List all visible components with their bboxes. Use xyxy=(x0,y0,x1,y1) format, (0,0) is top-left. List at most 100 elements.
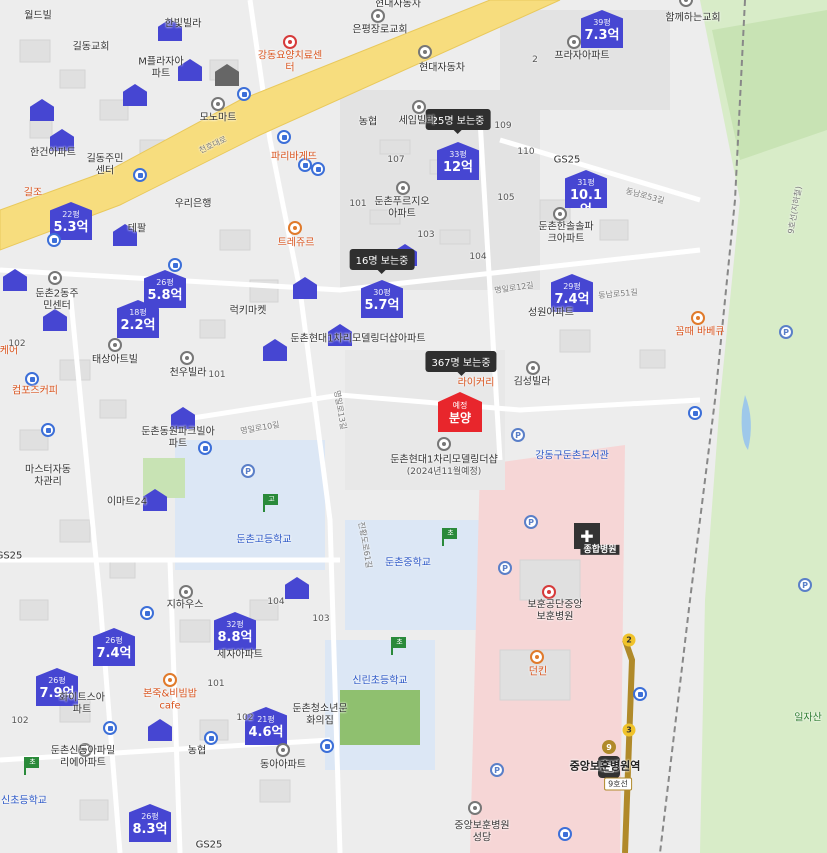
price-marker[interactable]: 30평 5.7억 xyxy=(361,280,403,318)
poi-pin-icon[interactable] xyxy=(276,743,290,757)
price-marker[interactable]: 18평 2.2억 xyxy=(117,300,159,338)
bus-stop-icon[interactable] xyxy=(204,731,218,745)
poi-pin-icon[interactable] xyxy=(437,437,451,451)
building-number: 110 xyxy=(517,146,535,157)
map-label: 한건아파트 xyxy=(30,147,76,159)
poi-pin-icon[interactable] xyxy=(418,45,432,59)
map-label: 던킨 xyxy=(528,666,548,678)
map-label: 농협 xyxy=(187,745,207,757)
hospital-badge: 종합병원 xyxy=(580,544,620,556)
parking-icon[interactable]: P xyxy=(241,464,255,478)
parking-icon[interactable]: P xyxy=(490,763,504,777)
poi-pin-icon[interactable] xyxy=(108,338,122,352)
map-label: 모노마트 xyxy=(199,112,237,124)
restaurant-icon[interactable] xyxy=(163,673,177,687)
project-name-label: 둔촌현대1차리모델링더샵 xyxy=(390,454,498,466)
price-marker[interactable]: 32평 8.8억 xyxy=(214,612,256,650)
poi-pin-icon[interactable] xyxy=(396,181,410,195)
viewer-count-bubble: 367명 보는중 xyxy=(425,351,497,376)
bus-stop-icon[interactable] xyxy=(237,87,251,101)
poi-pin-icon[interactable] xyxy=(553,207,567,221)
map-label: 중앙보훈병원성당 xyxy=(454,820,510,844)
building-number: 107 xyxy=(387,154,405,165)
exit-badge: 3 xyxy=(622,723,636,737)
price-marker[interactable]: 26평 8.3억 xyxy=(129,804,171,842)
building-number: 104 xyxy=(267,596,285,607)
poi-pin-icon[interactable] xyxy=(283,35,297,49)
project-schedule-label: (2024년11월예정) xyxy=(406,466,482,477)
map-label: 트레쥬르 xyxy=(277,237,315,249)
map-label: 둔촌동원파크빌아파트 xyxy=(141,426,215,450)
price-marker[interactable]: 39평 7.3억 xyxy=(581,10,623,48)
parking-icon[interactable]: P xyxy=(498,561,512,575)
map-label: GS25 xyxy=(0,550,23,562)
bus-stop-icon[interactable] xyxy=(140,606,154,620)
poi-pin-icon[interactable] xyxy=(179,585,193,599)
school-flag-icon: 고 xyxy=(262,494,278,512)
bus-stop-icon[interactable] xyxy=(133,168,147,182)
price-marker[interactable]: 33평 12억 xyxy=(437,142,479,180)
viewer-count-bubble: 16명 보는중 xyxy=(349,249,415,274)
bus-stop-icon[interactable] xyxy=(277,130,291,144)
map-label: 프라자아파트 xyxy=(554,50,610,62)
map-label: 한빛빌라 xyxy=(164,18,202,30)
bus-stop-icon[interactable] xyxy=(320,739,334,753)
building-number: 102 xyxy=(8,338,26,349)
bus-stop-icon[interactable] xyxy=(25,372,39,386)
map-label: 일자산 xyxy=(794,712,822,724)
bus-stop-icon[interactable] xyxy=(41,423,55,437)
map-label: 태상아트빌 xyxy=(92,354,138,366)
map-label: 둔촌한솔솔파크아파트 xyxy=(538,221,594,245)
map-label: 현대자동차 xyxy=(375,0,421,10)
map-label: 둔촌푸르지오아파트 xyxy=(374,196,430,220)
bus-stop-icon[interactable] xyxy=(47,233,61,247)
bus-stop-icon[interactable] xyxy=(633,687,647,701)
map-canvas[interactable]: 39평7.3억 33평12억 31평10.1억 22평5.3억 26평5.8억 … xyxy=(0,0,827,853)
hospital-pin-icon[interactable] xyxy=(542,585,556,599)
bus-stop-icon[interactable] xyxy=(168,258,182,272)
parking-icon[interactable]: P xyxy=(798,578,812,592)
map-label: 둔촌청소년문화의집 xyxy=(292,703,348,727)
map-label: 김성빌라 xyxy=(513,376,551,388)
map-label: 길동주민센터 xyxy=(86,153,124,177)
poi-pin-icon[interactable] xyxy=(48,271,62,285)
map-label: 신초등학교 xyxy=(1,795,47,807)
price-marker[interactable]: 31평10.1억 xyxy=(565,170,607,208)
building-number: 101 xyxy=(208,369,226,380)
map-label: 우리은행 xyxy=(174,198,212,210)
poi-pin-icon[interactable] xyxy=(526,361,540,375)
price-marker[interactable]: 26평 7.4억 xyxy=(93,628,135,666)
map-label: 이마트24 xyxy=(106,496,148,508)
parking-icon[interactable]: P xyxy=(779,325,793,339)
bus-stop-icon[interactable] xyxy=(103,721,117,735)
bus-stop-icon[interactable] xyxy=(688,406,702,420)
line-tag: 9호선 xyxy=(604,777,632,791)
poi-pin-icon[interactable] xyxy=(567,35,581,49)
map-label: 강동요양치료센터 xyxy=(257,50,323,74)
building-number: 101 xyxy=(207,678,225,689)
map-label: 천우빌라 xyxy=(169,367,207,379)
parking-icon[interactable]: P xyxy=(524,515,538,529)
map-label: 둔촌중학교 xyxy=(385,557,431,569)
map-label: 파리바게뜨 xyxy=(271,151,317,163)
poi-pin-icon[interactable] xyxy=(468,801,482,815)
restaurant-icon[interactable] xyxy=(530,650,544,664)
parking-icon[interactable]: P xyxy=(511,428,525,442)
bus-stop-icon[interactable] xyxy=(311,162,325,176)
map-label: 본죽&비빔밥cafe xyxy=(143,688,197,712)
building-number: 2 xyxy=(532,54,538,65)
map-label: GS25 xyxy=(553,154,581,166)
poi-pin-icon[interactable] xyxy=(180,351,194,365)
restaurant-icon[interactable] xyxy=(691,311,705,325)
poi-pin-icon[interactable] xyxy=(371,9,385,23)
map-label: 세입빌라 xyxy=(398,115,436,127)
poi-pin-icon[interactable] xyxy=(211,97,225,111)
restaurant-icon[interactable] xyxy=(288,221,302,235)
map-label: 신린초등학교 xyxy=(352,675,408,687)
poi-pin-icon[interactable] xyxy=(412,100,426,114)
map-label: 현대자동차 xyxy=(419,62,465,74)
map-label: 둔촌2동주민센터 xyxy=(35,288,79,312)
map-base-layer xyxy=(0,0,827,853)
bus-stop-icon[interactable] xyxy=(558,827,572,841)
map-label: 강동구둔촌도서관 xyxy=(535,450,609,462)
